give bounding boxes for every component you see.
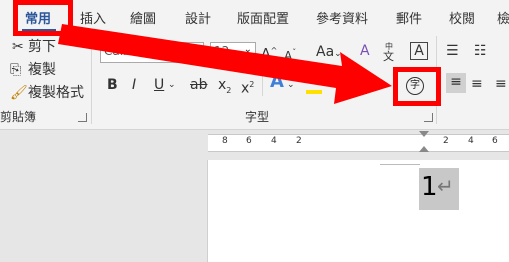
annotation-arrow [58, 24, 392, 104]
arrow-shape [58, 24, 392, 104]
